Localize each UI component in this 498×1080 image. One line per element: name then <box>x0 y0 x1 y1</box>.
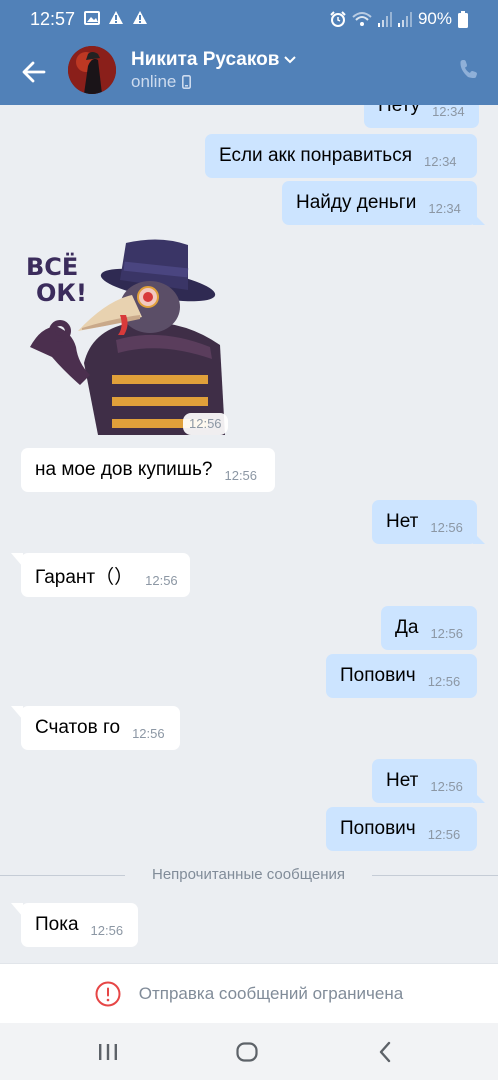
message-text: Гарант（） <box>35 566 134 588</box>
divider-line <box>372 875 498 876</box>
message-text: Пока <box>35 914 79 935</box>
chevron-down-icon[interactable] <box>283 55 297 65</box>
message-incoming[interactable]: Гарант（） 12:56 <box>11 553 190 597</box>
message-time: 12:56 <box>132 725 165 741</box>
message-outgoing[interactable]: Да 12:56 <box>381 606 477 650</box>
warning-circle-icon <box>95 981 121 1006</box>
battery-icon <box>458 10 468 28</box>
signal-icon <box>397 12 412 27</box>
restriction-message: Отправка сообщений ограничена <box>138 983 404 1003</box>
message-time: 12:56 <box>430 519 463 535</box>
message-incoming[interactable]: Пока 12:56 <box>11 903 138 947</box>
message-outgoing[interactable]: Нет 12:56 <box>372 500 485 544</box>
message-text: Если акк понравиться <box>219 145 412 166</box>
contact-status: online <box>131 72 192 92</box>
message-time: 12:34 <box>432 103 465 119</box>
online-status: online <box>131 72 177 91</box>
unread-messages-divider: Непрочитанные сообщения <box>0 864 498 886</box>
message-time: 12:56 <box>430 625 463 641</box>
unread-divider-label: Непрочитанные сообщения <box>152 866 345 883</box>
message-text: Найду деньги <box>296 192 417 213</box>
message-outgoing[interactable]: Нет 12:56 <box>372 759 485 803</box>
divider-line <box>0 875 125 876</box>
alert-icon <box>133 11 147 24</box>
contact-name[interactable]: Никита Русаков <box>131 49 279 71</box>
alarm-icon <box>330 11 346 27</box>
message-text: Попович <box>340 818 416 839</box>
message-text: Нет <box>386 770 419 791</box>
message-time: 12:56 <box>427 826 461 842</box>
phone-icon[interactable] <box>458 58 480 80</box>
system-navigation-bar <box>0 1023 498 1080</box>
battery-percent: 90% <box>417 9 452 28</box>
message-incoming[interactable]: Счатов го 12:56 <box>11 706 180 750</box>
message-time: 12:56 <box>90 922 124 938</box>
wifi-icon <box>352 12 372 26</box>
mobile-icon <box>182 75 192 89</box>
svg-text:ОК!: ОК! <box>36 279 87 307</box>
back-nav-icon[interactable] <box>374 1040 398 1064</box>
message-outgoing[interactable]: Найду деньги 12:34 <box>282 181 485 225</box>
chat-header: 12:57 90% Никита Русаков online <box>0 0 498 105</box>
back-arrow-icon[interactable] <box>20 58 48 86</box>
message-text: на мое дов купишь? <box>35 459 213 480</box>
signal-icon <box>377 12 392 27</box>
message-time: 12:34 <box>428 200 461 216</box>
message-outgoing[interactable]: Если акк понравиться 12:34 <box>205 134 477 178</box>
home-icon[interactable] <box>235 1040 259 1064</box>
message-text: Счатов го <box>35 717 121 738</box>
message-outgoing[interactable]: Попович 12:56 <box>326 654 477 698</box>
message-time: 12:56 <box>430 778 463 794</box>
message-time: 12:56 <box>224 467 258 483</box>
message-text: Нет <box>386 511 419 532</box>
plague-doctor-sticker[interactable]: ВСЁ ОК! <box>20 235 232 437</box>
message-time: 12:56 <box>183 413 228 435</box>
alert-icon <box>109 11 123 24</box>
message-incoming[interactable]: на мое дов купишь? 12:56 <box>21 448 275 492</box>
message-list[interactable]: Нету 12:34 Если акк понравиться 12:34 На… <box>0 0 498 963</box>
gallery-icon <box>84 10 100 25</box>
sticker-text: ВСЁ <box>26 252 78 281</box>
status-time: 12:57 <box>30 9 76 29</box>
message-time: 12:56 <box>145 572 178 588</box>
message-text: Да <box>395 617 419 638</box>
message-outgoing[interactable]: Попович 12:56 <box>326 807 477 851</box>
message-time: 12:34 <box>424 153 457 169</box>
recent-apps-icon[interactable] <box>96 1040 120 1064</box>
avatar[interactable] <box>68 46 116 94</box>
message-time: 12:56 <box>427 673 461 689</box>
status-bar: 12:57 90% <box>0 0 498 38</box>
message-text: Попович <box>340 665 416 686</box>
messaging-restricted-banner: Отправка сообщений ограничена <box>0 963 498 1023</box>
